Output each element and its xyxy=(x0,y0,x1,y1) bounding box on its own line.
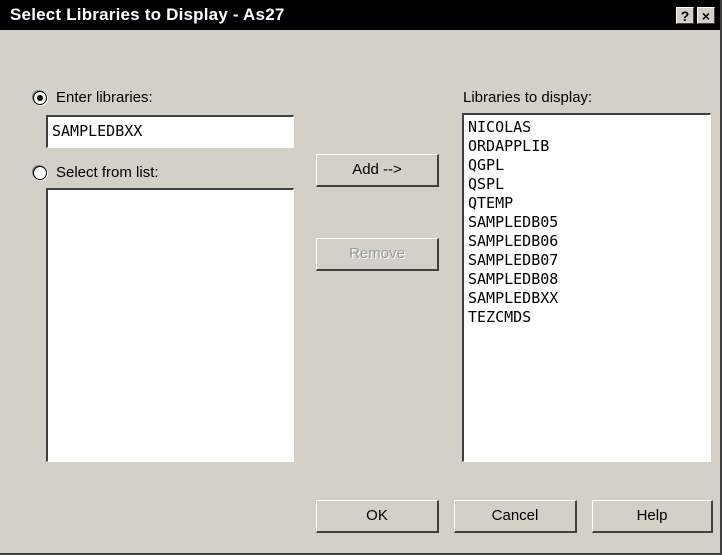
cancel-button[interactable]: Cancel xyxy=(454,500,577,533)
enter-libraries-value: SAMPLEDBXX xyxy=(52,122,143,140)
help-question-icon[interactable]: ? xyxy=(676,7,694,24)
library-list-item[interactable]: TEZCMDS xyxy=(464,308,710,327)
library-list-item[interactable]: SAMPLEDB05 xyxy=(464,213,710,232)
title-bar[interactable]: Select Libraries to Display - As27 ? × xyxy=(0,0,720,30)
library-list-item[interactable]: SAMPLEDB07 xyxy=(464,251,710,270)
library-list-item[interactable]: SAMPLEDB06 xyxy=(464,232,710,251)
select-from-list-radio[interactable] xyxy=(33,166,47,180)
libraries-to-display-label: Libraries to display: xyxy=(463,89,593,106)
library-list-item[interactable]: SAMPLEDBXX xyxy=(464,289,710,308)
radio-selected-dot xyxy=(37,95,43,101)
dialog-window: Select Libraries to Display - As27 ? × E… xyxy=(0,0,722,555)
add-button[interactable]: Add --> xyxy=(316,154,439,187)
enter-libraries-input[interactable]: SAMPLEDBXX xyxy=(46,115,294,148)
library-list-item[interactable]: QSPL xyxy=(464,175,710,194)
ok-button[interactable]: OK xyxy=(316,500,439,533)
enter-libraries-radio[interactable] xyxy=(33,91,47,105)
library-list-item[interactable]: QTEMP xyxy=(464,194,710,213)
select-from-list-box[interactable] xyxy=(46,188,294,462)
library-list-item[interactable]: NICOLAS xyxy=(464,118,710,137)
help-button[interactable]: Help xyxy=(592,500,713,533)
remove-button[interactable]: Remove xyxy=(316,238,439,271)
window-title: Select Libraries to Display - As27 xyxy=(10,5,285,24)
close-icon[interactable]: × xyxy=(697,7,715,24)
select-from-list-label: Select from list: xyxy=(56,164,159,181)
libraries-to-display-list[interactable]: NICOLAS ORDAPPLIB QGPL QSPL QTEMP SAMPLEDB05 S… xyxy=(462,113,711,462)
library-list-item[interactable]: SAMPLEDB08 xyxy=(464,270,710,289)
library-list-item[interactable]: QGPL xyxy=(464,156,710,175)
enter-libraries-label: Enter libraries: xyxy=(56,89,153,106)
library-list-item[interactable]: ORDAPPLIB xyxy=(464,137,710,156)
